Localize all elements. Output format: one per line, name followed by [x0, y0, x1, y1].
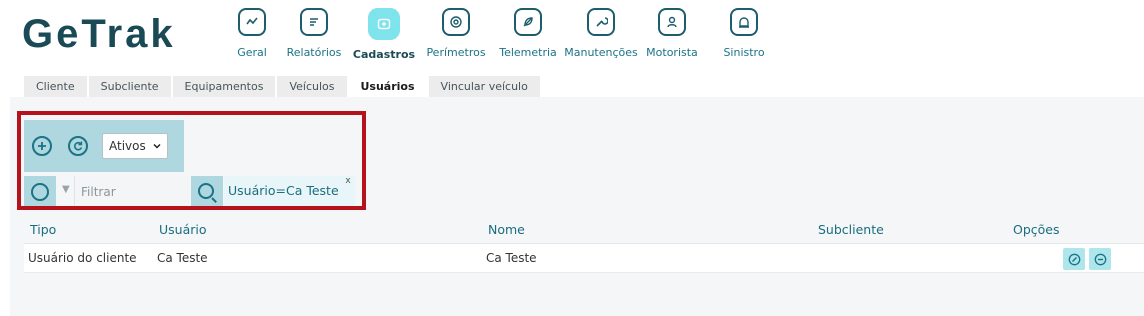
- nav-item-sinistro[interactable]: Sinistro: [704, 8, 784, 59]
- nav-item-motorista[interactable]: Motorista: [632, 8, 712, 59]
- cell-nome: Ca Teste: [486, 251, 537, 265]
- add-button[interactable]: [32, 136, 52, 156]
- driver-icon: [658, 8, 686, 36]
- chip-remove-button[interactable]: x: [345, 166, 350, 196]
- status-select-value: Ativos: [109, 139, 146, 153]
- folder-add-icon: [368, 8, 400, 40]
- nav-label: Manutenções: [564, 46, 638, 59]
- nav-label: Relatórios: [286, 46, 342, 59]
- siren-icon: [730, 8, 758, 36]
- cell-usuario: Ca Teste: [157, 251, 208, 265]
- tab-subcliente[interactable]: Subcliente: [88, 76, 173, 97]
- plus-icon: [38, 142, 46, 150]
- table-header: Tipo Usuário Nome Subcliente Opções: [24, 217, 1144, 244]
- wrench-icon: [587, 8, 615, 36]
- search-button[interactable]: [191, 176, 223, 208]
- column-header[interactable]: Subcliente: [818, 217, 884, 243]
- edit-button[interactable]: [1063, 248, 1085, 270]
- nav-item-manutencoes[interactable]: Manutenções: [561, 8, 641, 59]
- filter-chip: Usuário=Ca Teste x: [224, 176, 355, 208]
- nav-item-telemetria[interactable]: Telemetria: [488, 8, 568, 59]
- sub-tabs: Cliente Subcliente Equipamentos Veículos…: [24, 76, 542, 97]
- tab-equipamentos[interactable]: Equipamentos: [172, 76, 278, 97]
- column-header[interactable]: Tipo: [30, 217, 56, 243]
- status-select[interactable]: Ativos: [102, 133, 168, 159]
- brand-logo: GeTrak: [22, 12, 176, 56]
- refresh-icon: [73, 141, 83, 151]
- tab-veiculos[interactable]: Veículos: [277, 76, 349, 97]
- nav-label: Motorista: [646, 46, 698, 59]
- filter-field-dropdown[interactable]: ▼: [62, 184, 70, 195]
- refresh-button[interactable]: [68, 136, 88, 156]
- more-dots-icon: [31, 183, 49, 201]
- minus-circle-icon: [1094, 253, 1106, 265]
- nav-item-perimetros[interactable]: Perímetros: [416, 8, 496, 59]
- nav-label: Telemetria: [499, 46, 557, 59]
- report-icon: [300, 8, 328, 36]
- nav-label: Sinistro: [723, 46, 765, 59]
- chevron-down-icon: [153, 143, 161, 149]
- toolbar: Ativos: [24, 120, 184, 172]
- nav-item-relatorios[interactable]: Relatórios: [274, 8, 354, 59]
- tab-cliente[interactable]: Cliente: [24, 76, 89, 97]
- nav-label: Perímetros: [426, 46, 486, 59]
- column-header[interactable]: Nome: [488, 217, 525, 243]
- nav-label: Cadastros: [352, 48, 416, 61]
- target-icon: [442, 8, 470, 36]
- nav-item-cadastros[interactable]: Cadastros: [344, 8, 424, 61]
- users-table: Tipo Usuário Nome Subcliente Opções Usuá…: [24, 217, 1144, 273]
- leaf-gauge-icon: [514, 8, 542, 36]
- filter-chip-label: Usuário=Ca Teste: [228, 183, 339, 198]
- monitor-chart-icon: [238, 8, 266, 36]
- more-options-button[interactable]: [24, 176, 56, 208]
- column-header: Opções: [1013, 222, 1060, 237]
- filter-input[interactable]: [74, 176, 190, 208]
- tab-usuarios[interactable]: Usuários: [348, 76, 429, 97]
- table-row[interactable]: Usuário do cliente Ca Teste Ca Teste: [24, 244, 1144, 273]
- disable-button[interactable]: [1089, 248, 1111, 270]
- cell-tipo: Usuário do cliente: [28, 251, 137, 265]
- edit-icon: [1068, 253, 1080, 265]
- column-header[interactable]: Usuário: [159, 217, 207, 243]
- tab-vincular-veiculo[interactable]: Vincular veículo: [428, 76, 542, 97]
